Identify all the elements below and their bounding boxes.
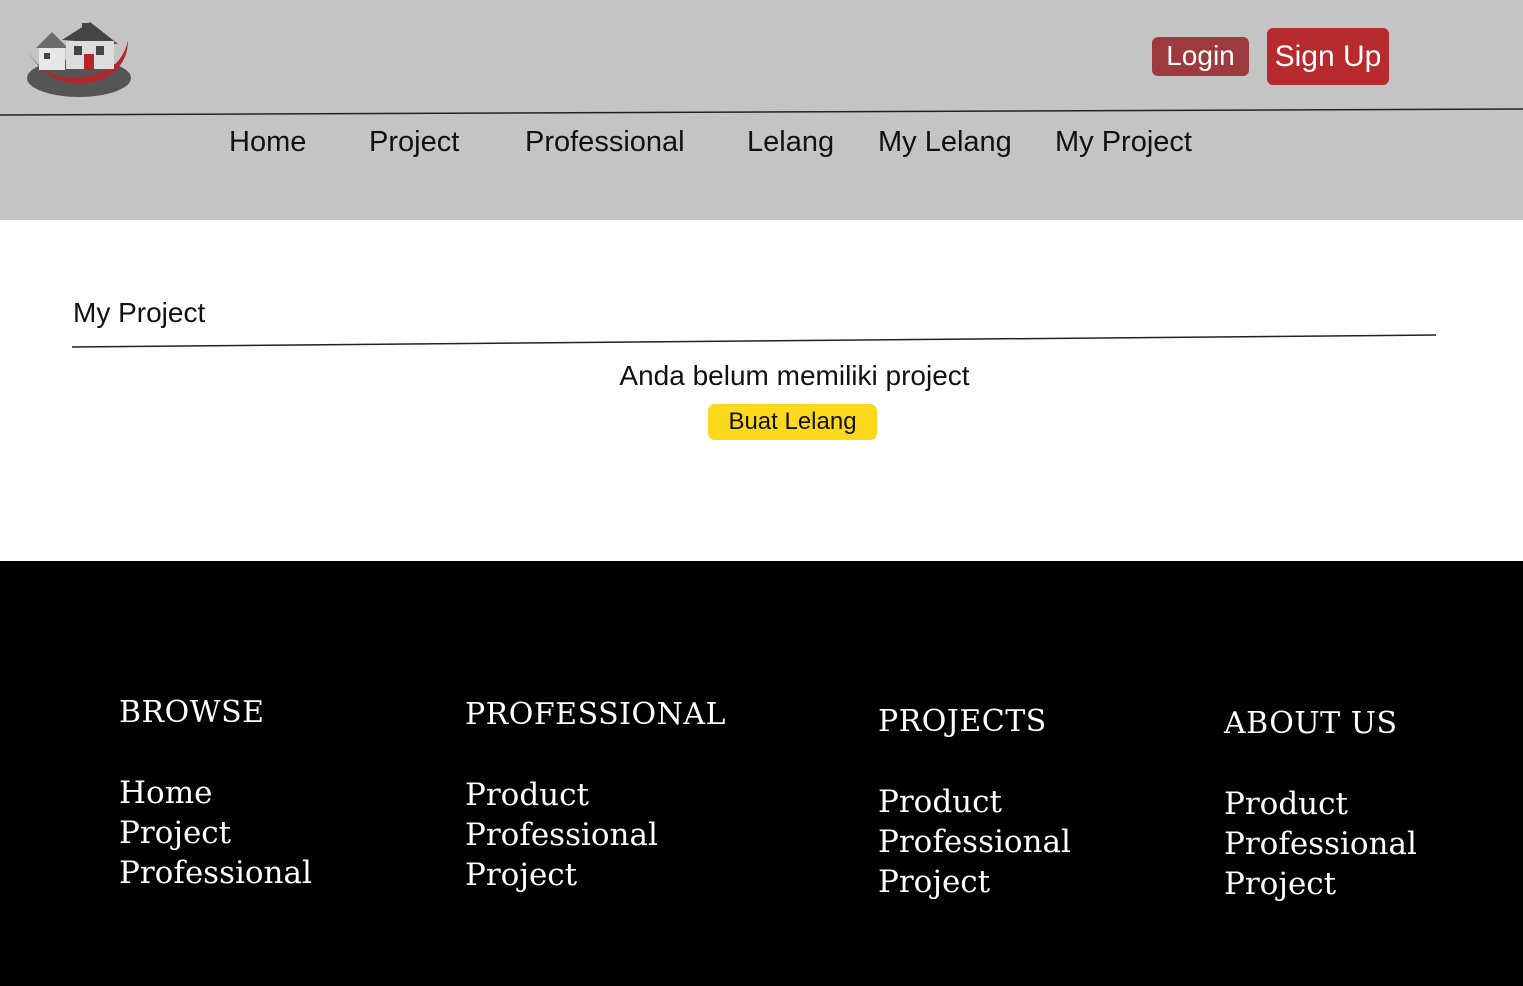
nav-my-project[interactable]: My Project: [1055, 124, 1192, 160]
footer-link[interactable]: Professional: [119, 853, 312, 893]
footer-link[interactable]: Project: [465, 855, 726, 895]
create-lelang-button[interactable]: Buat Lelang: [708, 404, 877, 440]
footer-column-about-us: ABOUT US Product Professional Project: [1224, 706, 1417, 904]
footer-link[interactable]: Home: [119, 773, 312, 813]
nav-home[interactable]: Home: [229, 124, 306, 160]
footer-link[interactable]: Product: [1224, 784, 1417, 824]
header: Login Sign Up Home Project Professional …: [0, 0, 1523, 220]
footer-heading: PROFESSIONAL: [465, 697, 726, 732]
footer-heading: BROWSE: [119, 695, 265, 730]
footer-heading: ABOUT US: [1224, 706, 1398, 741]
footer-link[interactable]: Product: [878, 782, 1071, 822]
footer-column-projects: PROJECTS Product Professional Project: [878, 704, 1071, 902]
footer-link[interactable]: Project: [1224, 864, 1417, 904]
footer-link[interactable]: Professional: [465, 815, 726, 855]
nav-my-lelang[interactable]: My Lelang: [878, 124, 1012, 160]
nav-project[interactable]: Project: [369, 124, 459, 160]
nav-lelang[interactable]: Lelang: [747, 124, 834, 160]
footer-link[interactable]: Professional: [878, 822, 1071, 862]
footer-link[interactable]: Product: [465, 775, 726, 815]
footer-link[interactable]: Project: [119, 813, 312, 853]
footer-heading: PROJECTS: [878, 704, 1047, 739]
footer-link[interactable]: Project: [878, 862, 1071, 902]
nav-professional[interactable]: Professional: [525, 124, 685, 160]
header-divider: [0, 108, 1523, 116]
footer-column-professional: PROFESSIONAL Product Professional Projec…: [465, 697, 726, 895]
footer-column-browse: BROWSE Home Project Professional: [119, 695, 312, 893]
empty-state-message: Anda belum memiliki project: [619, 360, 970, 391]
title-divider: [71, 334, 1437, 348]
footer: BROWSE Home Project Professional PROFESS…: [0, 561, 1523, 986]
footer-link[interactable]: Professional: [1224, 824, 1417, 864]
